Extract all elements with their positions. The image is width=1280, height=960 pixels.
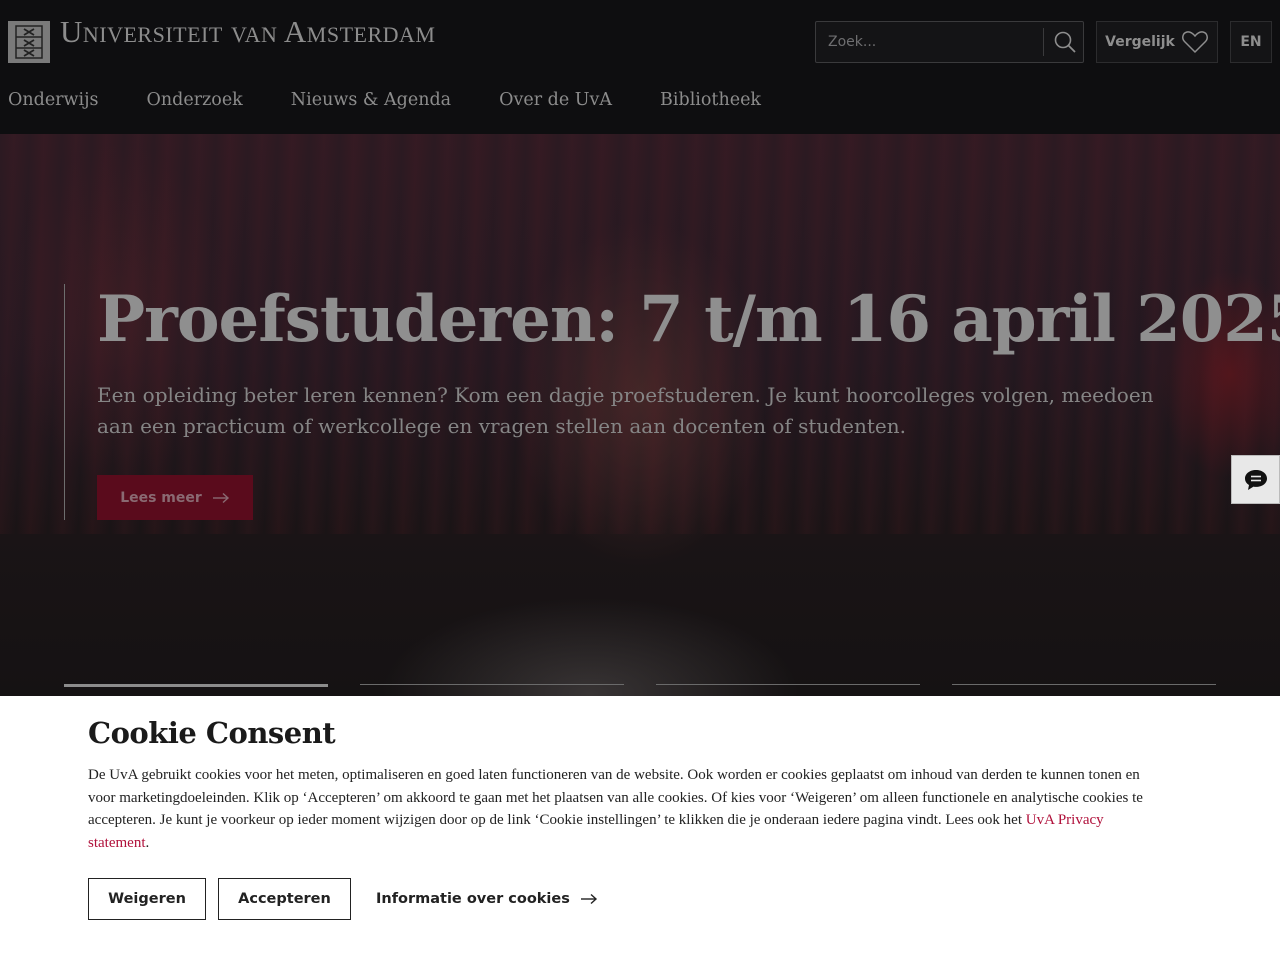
arrow-right-icon [212, 492, 229, 503]
slide-indicator[interactable] [656, 684, 920, 685]
search-box [815, 21, 1084, 63]
nav-item-onderzoek[interactable]: Onderzoek [147, 90, 243, 110]
site-wordmark[interactable]: Universiteit van Amsterdam [60, 14, 436, 50]
accept-button[interactable]: Accepteren [218, 878, 351, 920]
hero-accent-line [64, 284, 65, 520]
chat-button[interactable] [1231, 455, 1280, 504]
chat-bubble-icon [1244, 469, 1267, 490]
cookie-text-end: . [145, 834, 150, 851]
cookie-text: De UvA gebruikt cookies voor het meten, … [88, 764, 1168, 854]
slide-indicators [64, 684, 1216, 688]
cookie-info-label: Informatie over cookies [376, 891, 570, 907]
compare-label: Vergelijk [1105, 34, 1175, 50]
nav-item-bibliotheek[interactable]: Bibliotheek [660, 90, 761, 110]
nav-item-over-de-uva[interactable]: Over de UvA [499, 90, 612, 110]
compare-button[interactable]: Vergelijk [1096, 21, 1218, 63]
read-more-label: Lees meer [120, 489, 202, 506]
arrow-right-icon [580, 893, 597, 905]
language-switch[interactable]: EN [1230, 21, 1272, 63]
nav-item-nieuws-agenda[interactable]: Nieuws & Agenda [291, 90, 451, 110]
hero-banner: Proefstuderen: 7 t/m 16 april 2025 Een o… [0, 134, 1280, 696]
cookie-consent-panel: Cookie Consent De UvA gebruikt cookies v… [0, 696, 1280, 960]
search-button[interactable] [1046, 22, 1084, 62]
site-header: Universiteit van Amsterdam Vergelijk EN … [0, 0, 1280, 134]
cookie-text-body: De UvA gebruikt cookies voor het meten, … [88, 767, 1143, 829]
slide-indicator[interactable] [952, 684, 1216, 685]
cookie-info-link[interactable]: Informatie over cookies [376, 878, 598, 920]
slide-indicator[interactable] [64, 684, 328, 687]
hero-title: Proefstuderen: 7 t/m 16 april 2025 [97, 282, 1280, 357]
search-divider [1043, 28, 1044, 56]
cookie-title: Cookie Consent [88, 716, 336, 750]
heart-icon [1181, 31, 1208, 54]
nav-item-onderwijs[interactable]: Onderwijs [8, 90, 99, 110]
uva-crest-icon[interactable] [8, 21, 50, 63]
read-more-button[interactable]: Lees meer [97, 475, 253, 520]
refuse-button[interactable]: Weigeren [88, 878, 206, 920]
search-input[interactable] [816, 22, 1044, 62]
hero-description: Een opleiding beter leren kennen? Kom ee… [97, 383, 1154, 438]
slide-indicator[interactable] [360, 684, 624, 685]
main-nav: Onderwijs Onderzoek Nieuws & Agenda Over… [8, 90, 761, 110]
search-icon [1054, 31, 1076, 53]
